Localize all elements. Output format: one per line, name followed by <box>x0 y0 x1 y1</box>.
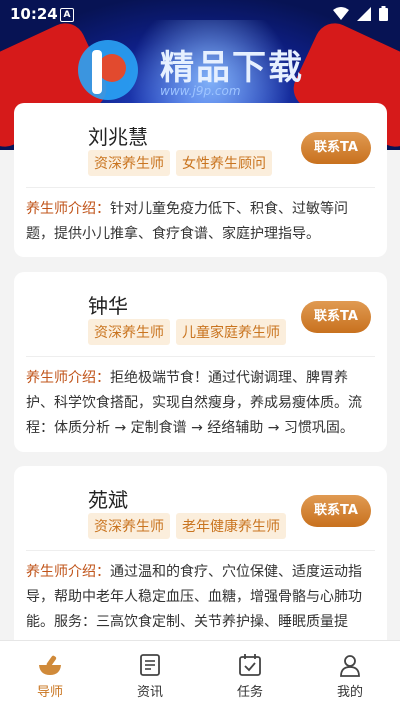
advisor-tag: 资深养生师 <box>88 319 170 345</box>
advisor-intro: 养生师介绍：通过温和的食疗、穴位保健、适度运动指导，帮助中老年人稳定血压、血糖，… <box>26 560 373 635</box>
watermark-url: www.j9p.com <box>160 84 241 98</box>
intro-label: 养生师介绍： <box>26 201 110 217</box>
advisor-card[interactable]: 苑斌 资深养生师 老年健康养生师 联系TA 养生师介绍：通过温和的食疗、穴位保健… <box>14 466 387 656</box>
divider <box>26 187 375 188</box>
advisor-intro: 养生师介绍：拒绝极端节食！通过代谢调理、脾胃养护、科学饮食搭配，实现自然瘦身，养… <box>26 366 373 441</box>
advisor-name: 苑斌 <box>88 488 128 512</box>
battery-icon <box>379 6 388 21</box>
intro-label: 养生师介绍： <box>26 370 110 386</box>
signal-icon <box>357 6 371 21</box>
tab-label: 资讯 <box>136 685 163 700</box>
intro-label: 养生师介绍： <box>26 564 110 580</box>
advisor-name: 刘兆慧 <box>88 125 148 149</box>
advisor-tags: 资深养生师 老年健康养生师 <box>88 513 286 539</box>
advisor-tag: 老年健康养生师 <box>176 513 286 539</box>
tab-profile[interactable]: 我的 <box>300 641 400 713</box>
status-bar: 10:24 A <box>0 0 400 30</box>
mortar-icon <box>39 655 61 675</box>
news-icon <box>140 654 160 676</box>
advisor-card[interactable]: 刘兆慧 资深养生师 女性养生顾问 联系TA 养生师介绍：针对儿童免疫力低下、积食… <box>14 103 387 257</box>
advisor-tags: 资深养生师 儿童家庭养生师 <box>88 319 286 345</box>
advisor-tag: 资深养生师 <box>88 513 170 539</box>
advisor-tag: 儿童家庭养生师 <box>176 319 286 345</box>
watermark-logo-icon <box>78 40 138 100</box>
tab-label: 导师 <box>36 685 63 700</box>
notification-a-icon: A <box>60 8 74 22</box>
user-icon <box>340 655 360 677</box>
contact-button[interactable]: 联系TA <box>301 495 371 527</box>
wifi-icon <box>333 6 349 20</box>
advisor-card[interactable]: 钟华 资深养生师 儿童家庭养生师 联系TA 养生师介绍：拒绝极端节食！通过代谢调… <box>14 272 387 452</box>
advisor-intro: 养生师介绍：针对儿童免疫力低下、积食、过敏等问题，提供小儿推拿、食疗食谱、家庭护… <box>26 197 373 247</box>
contact-button[interactable]: 联系TA <box>301 301 371 333</box>
watermark-text: 精品下载 <box>160 48 304 88</box>
tab-label: 任务 <box>236 685 263 700</box>
tab-tasks[interactable]: 任务 <box>200 641 300 713</box>
advisor-tag: 资深养生师 <box>88 150 170 176</box>
advisor-tag: 女性养生顾问 <box>176 150 272 176</box>
advisor-name: 钟华 <box>88 294 128 318</box>
contact-button[interactable]: 联系TA <box>301 132 371 164</box>
tab-label: 我的 <box>336 685 363 700</box>
calendar-task-icon <box>239 654 261 676</box>
divider <box>26 550 375 551</box>
divider <box>26 356 375 357</box>
tab-mentor[interactable]: 导师 <box>0 641 100 713</box>
bottom-tab-bar: 导师 资讯 任务 我的 <box>0 640 400 713</box>
status-time: 10:24 <box>10 5 58 23</box>
tab-news[interactable]: 资讯 <box>100 641 200 713</box>
advisor-tags: 资深养生师 女性养生顾问 <box>88 150 272 176</box>
